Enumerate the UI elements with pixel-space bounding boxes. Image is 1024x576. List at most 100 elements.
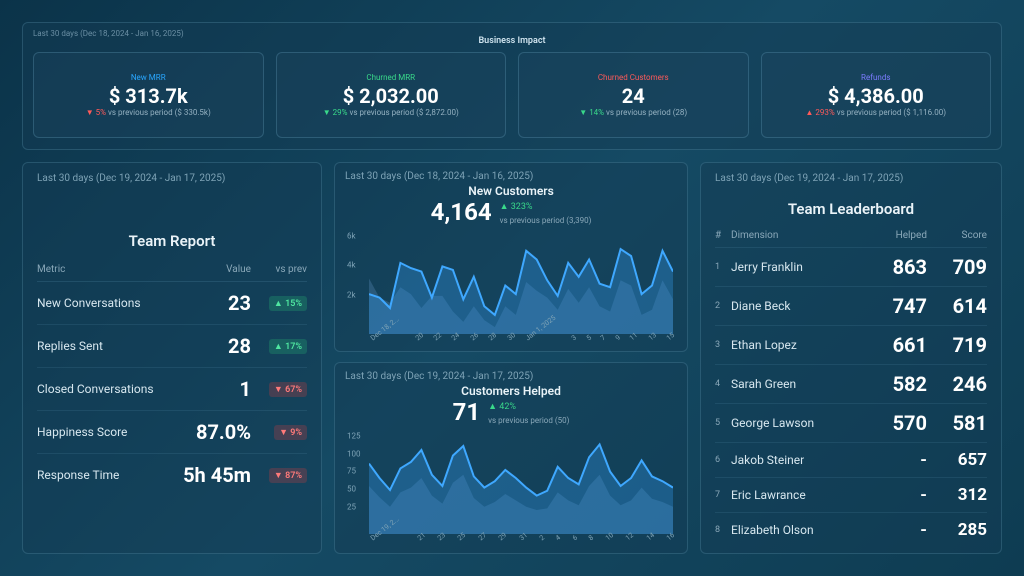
impact-card-name: Refunds xyxy=(861,73,890,82)
board-head-h: Helped xyxy=(867,230,927,241)
report-metric: Replies Sent xyxy=(37,339,169,353)
board-score: 709 xyxy=(927,255,987,279)
impact-card-sub: 5% vs previous period ($ 330.5k) xyxy=(86,108,211,117)
board-rank: 8 xyxy=(715,525,731,535)
report-row: Response Time5h 45m▼ 87% xyxy=(37,454,307,496)
chart2-title: Customers Helped xyxy=(345,384,677,398)
impact-card-name: Churned Customers xyxy=(598,73,669,82)
chart1-plot: 6k4k2k xyxy=(369,230,673,334)
team-leaderboard-panel: Last 30 days (Dec 19, 2024 - Jan 17, 202… xyxy=(700,162,1002,554)
impact-card[interactable]: Churned MRR$ 2,032.0029% vs previous per… xyxy=(276,52,507,138)
board-score: 719 xyxy=(927,333,987,357)
board-rank: 4 xyxy=(715,379,731,389)
impact-card-sub: 29% vs previous period ($ 2,872.00) xyxy=(323,108,459,117)
board-name: Sarah Green xyxy=(731,377,867,391)
board-rank: 6 xyxy=(715,455,731,465)
report-value: 87.0% xyxy=(169,420,251,444)
impact-card[interactable]: Churned Customers 2414% vs previous perio… xyxy=(518,52,749,138)
board-score: 581 xyxy=(927,411,987,435)
board-helped: - xyxy=(867,520,927,540)
board-title: Team Leaderboard xyxy=(715,200,987,218)
board-helped: 863 xyxy=(867,255,927,279)
impact-card[interactable]: New MRR$ 313.7k5% vs previous period ($ … xyxy=(33,52,264,138)
board-head-d: Dimension xyxy=(731,230,867,241)
chart2-big: 71 xyxy=(453,398,481,426)
board-row: 7Eric Lawrance-312 xyxy=(715,477,987,512)
board-rank: 2 xyxy=(715,301,731,311)
board-head-s: Score xyxy=(927,230,987,241)
report-metric: New Conversations xyxy=(37,296,169,310)
delta-icon: 29% xyxy=(323,108,348,117)
chart2-prev: vs previous period (50) xyxy=(488,416,569,425)
report-delta: ▼ 67% xyxy=(251,381,307,397)
board-row: 8Elizabeth Olson-285 xyxy=(715,512,987,547)
report-value: 28 xyxy=(169,334,251,358)
report-head-metric: Metric xyxy=(37,264,169,275)
business-impact-panel: Last 30 days (Dec 18, 2024 - Jan 16, 202… xyxy=(22,22,1002,150)
impact-card-name: New MRR xyxy=(131,73,166,82)
chart2-plot: 125100755025 xyxy=(369,430,673,534)
board-name: Jakob Steiner xyxy=(731,453,867,467)
report-delta: ▲ 15% xyxy=(251,295,307,311)
chart1-xaxis: Dec 18, 2...202224262830Jan 1, 202535791… xyxy=(369,336,673,344)
report-delta: ▲ 17% xyxy=(251,338,307,354)
team-report-panel: Last 30 days (Dec 19, 2024 - Jan 17, 202… xyxy=(22,162,322,554)
board-row: 1Jerry Franklin863709 xyxy=(715,247,987,286)
board-row: 3Ethan Lopez661719 xyxy=(715,325,987,364)
report-value: 1 xyxy=(169,377,251,401)
report-metric: Closed Conversations xyxy=(37,382,169,396)
chart1-delta: ▲ 323% xyxy=(500,202,533,212)
board-name: Elizabeth Olson xyxy=(731,523,867,537)
customers-helped-panel: Last 30 days (Dec 19, 2024 - Jan 17, 202… xyxy=(334,362,688,554)
board-helped: - xyxy=(867,485,927,505)
board-helped: 570 xyxy=(867,411,927,435)
new-customers-panel: Last 30 days (Dec 18, 2024 - Jan 16, 202… xyxy=(334,162,688,352)
board-helped: 661 xyxy=(867,333,927,357)
board-score: 246 xyxy=(927,372,987,396)
board-row: 6Jakob Steiner-657 xyxy=(715,442,987,477)
board-score: 657 xyxy=(927,450,987,470)
board-rank: 3 xyxy=(715,340,731,350)
chart1-title: New Customers xyxy=(345,184,677,198)
board-rank: 7 xyxy=(715,490,731,500)
board-name: George Lawson xyxy=(731,416,867,430)
chart2-delta: ▲ 42% xyxy=(488,402,516,412)
chart2-xaxis: Dec 19, 2...212325272931246810121416 xyxy=(369,536,673,544)
impact-card-name: Churned MRR xyxy=(366,73,415,82)
report-row: Closed Conversations1▼ 67% xyxy=(37,368,307,411)
board-head-n: # xyxy=(715,230,731,241)
report-delta: ▼ 9% xyxy=(251,424,307,440)
report-row: Happiness Score87.0%▼ 9% xyxy=(37,411,307,454)
impact-card-sub: 293% vs previous period ($ 1,116.00) xyxy=(805,108,946,117)
board-score: 614 xyxy=(927,294,987,318)
chart1-big: 4,164 xyxy=(431,198,492,226)
report-metric: Response Time xyxy=(37,468,169,482)
board-rank: 5 xyxy=(715,418,731,428)
board-score: 312 xyxy=(927,485,987,505)
board-row: 4Sarah Green582246 xyxy=(715,364,987,403)
board-helped: - xyxy=(867,450,927,470)
report-head-value: Value xyxy=(169,264,251,275)
board-name: Ethan Lopez xyxy=(731,338,867,352)
chart1-range: Last 30 days (Dec 18, 2024 - Jan 16, 202… xyxy=(345,171,677,182)
impact-card[interactable]: Refunds $ 4,386.00293% vs previous period… xyxy=(761,52,992,138)
report-metric: Happiness Score xyxy=(37,425,169,439)
impact-card-value: 24 xyxy=(622,84,645,108)
report-head-prev: vs prev xyxy=(251,264,307,275)
board-name: Diane Beck xyxy=(731,299,867,313)
report-range: Last 30 days (Dec 19, 2024 - Jan 17, 202… xyxy=(37,173,307,184)
delta-icon: 14% xyxy=(579,108,604,117)
board-score: 285 xyxy=(927,520,987,540)
impact-card-value: $ 4,386.00 xyxy=(828,84,924,108)
report-row: New Conversations23▲ 15% xyxy=(37,282,307,325)
board-row: 2Diane Beck747614 xyxy=(715,286,987,325)
board-name: Eric Lawrance xyxy=(731,488,867,502)
impact-card-sub: 14% vs previous period (28) xyxy=(579,108,687,117)
report-value: 23 xyxy=(169,291,251,315)
delta-icon: 293% xyxy=(805,108,834,117)
report-title: Team Report xyxy=(37,232,307,250)
report-value: 5h 45m xyxy=(169,463,251,487)
board-helped: 582 xyxy=(867,372,927,396)
report-row: Replies Sent28▲ 17% xyxy=(37,325,307,368)
board-row: 5George Lawson570581 xyxy=(715,403,987,442)
